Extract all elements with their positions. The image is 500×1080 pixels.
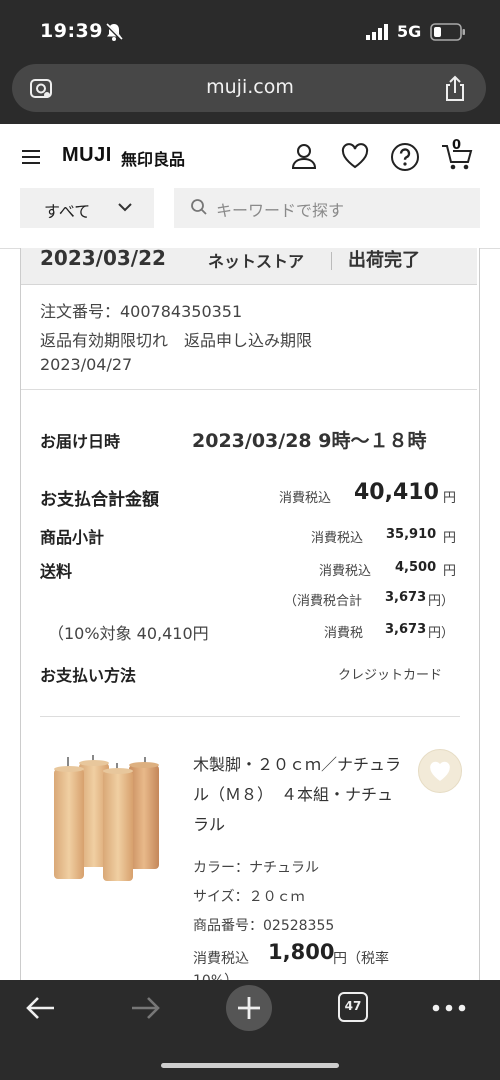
shipping-yen: 円 <box>443 564 457 579</box>
product-size: サイズ：２０ｃｍ <box>193 889 305 905</box>
account-icon[interactable] <box>290 142 318 170</box>
chevron-down-icon[interactable] <box>118 201 132 213</box>
plus-icon[interactable] <box>237 996 261 1020</box>
delivery-label: お届け日時 <box>40 432 121 451</box>
order-date: 2023/03/22 <box>40 246 166 270</box>
total-tax-label: 消費税込 <box>279 491 332 506</box>
tax-label: 消費税 <box>324 626 364 641</box>
divider <box>21 389 477 390</box>
tax-total-yen: 円） <box>428 594 455 609</box>
tax-total-label: （消費税合計 <box>284 594 363 609</box>
payment-method: クレジットカード <box>338 668 443 683</box>
more-options-icon[interactable] <box>432 1004 466 1012</box>
tax-total-amount: 3,673 <box>385 590 427 605</box>
product-price: 1,800 <box>268 940 335 964</box>
subtotal-tax-label: 消費税込 <box>311 531 364 546</box>
order-number: 注文番号：400784350351 <box>40 302 243 321</box>
cell-signal-icon <box>366 24 388 40</box>
total-label: お支払合計金額 <box>40 490 159 510</box>
subtotal-label: 商品小計 <box>40 528 105 547</box>
product-image[interactable] <box>50 755 170 885</box>
hamburger-menu-icon[interactable] <box>22 148 42 166</box>
help-icon[interactable] <box>390 142 420 172</box>
search-icon[interactable] <box>190 198 208 216</box>
product-code: 商品番号：02528355 <box>193 918 335 934</box>
home-indicator <box>161 1063 339 1068</box>
shipping-tax-label: 消費税込 <box>319 564 372 579</box>
product-name[interactable]: 木製脚・２０ｃｍ／ナチュラル（Ｍ８） ４本組・ナチュラル <box>193 750 403 840</box>
silent-bell-icon <box>104 22 124 42</box>
tax-amount: 3,673 <box>385 622 427 637</box>
cart-count: 0 <box>452 138 462 153</box>
tax-yen: 円） <box>428 626 455 641</box>
shipping-label: 送料 <box>40 562 73 581</box>
site-header <box>0 124 500 249</box>
product-color: カラー：ナチュラル <box>193 860 319 876</box>
forward-arrow-icon[interactable] <box>128 994 162 1022</box>
price-tax-label: 消費税込 <box>193 951 249 967</box>
payment-label: お支払い方法 <box>40 666 137 685</box>
heart-icon[interactable] <box>419 750 461 792</box>
muji-logo[interactable]: MUJI <box>62 144 112 167</box>
return-info: 返品有効期限切れ 返品申し込み期限 <box>40 331 313 350</box>
network-type: 5G <box>397 22 422 41</box>
muji-logo-jp[interactable]: 無印良品 <box>121 146 185 170</box>
price-yen: 円（税率 <box>333 951 389 967</box>
category-select-value[interactable]: すべて <box>44 198 90 222</box>
total-amount: 40,410 <box>354 480 439 505</box>
share-icon[interactable] <box>442 75 468 103</box>
tab-count[interactable]: 47 <box>338 999 368 1013</box>
favorite-button[interactable] <box>418 749 462 793</box>
subtotal-yen: 円 <box>443 531 457 546</box>
shipping-status: 出荷完了 <box>348 250 420 271</box>
total-yen: 円 <box>443 491 457 506</box>
battery-icon <box>430 23 465 41</box>
favorites-heart-icon[interactable] <box>340 142 370 170</box>
header-divider <box>331 252 332 270</box>
url-text[interactable]: muji.com <box>0 76 500 98</box>
order-store: ネットストア <box>208 252 305 271</box>
subtotal-amount: 35,910 <box>386 527 437 542</box>
return-deadline: 2023/04/27 <box>40 355 133 374</box>
divider <box>40 716 460 717</box>
status-time: 19:39 <box>40 20 103 42</box>
shipping-amount: 4,500 <box>395 560 437 575</box>
delivery-value: 2023/03/28 9時～１８時 <box>192 430 427 452</box>
search-placeholder[interactable]: キーワードで探す <box>216 197 344 221</box>
back-arrow-icon[interactable] <box>24 994 58 1022</box>
tax-rate-label: （10%対象 40,410円 <box>48 624 209 643</box>
